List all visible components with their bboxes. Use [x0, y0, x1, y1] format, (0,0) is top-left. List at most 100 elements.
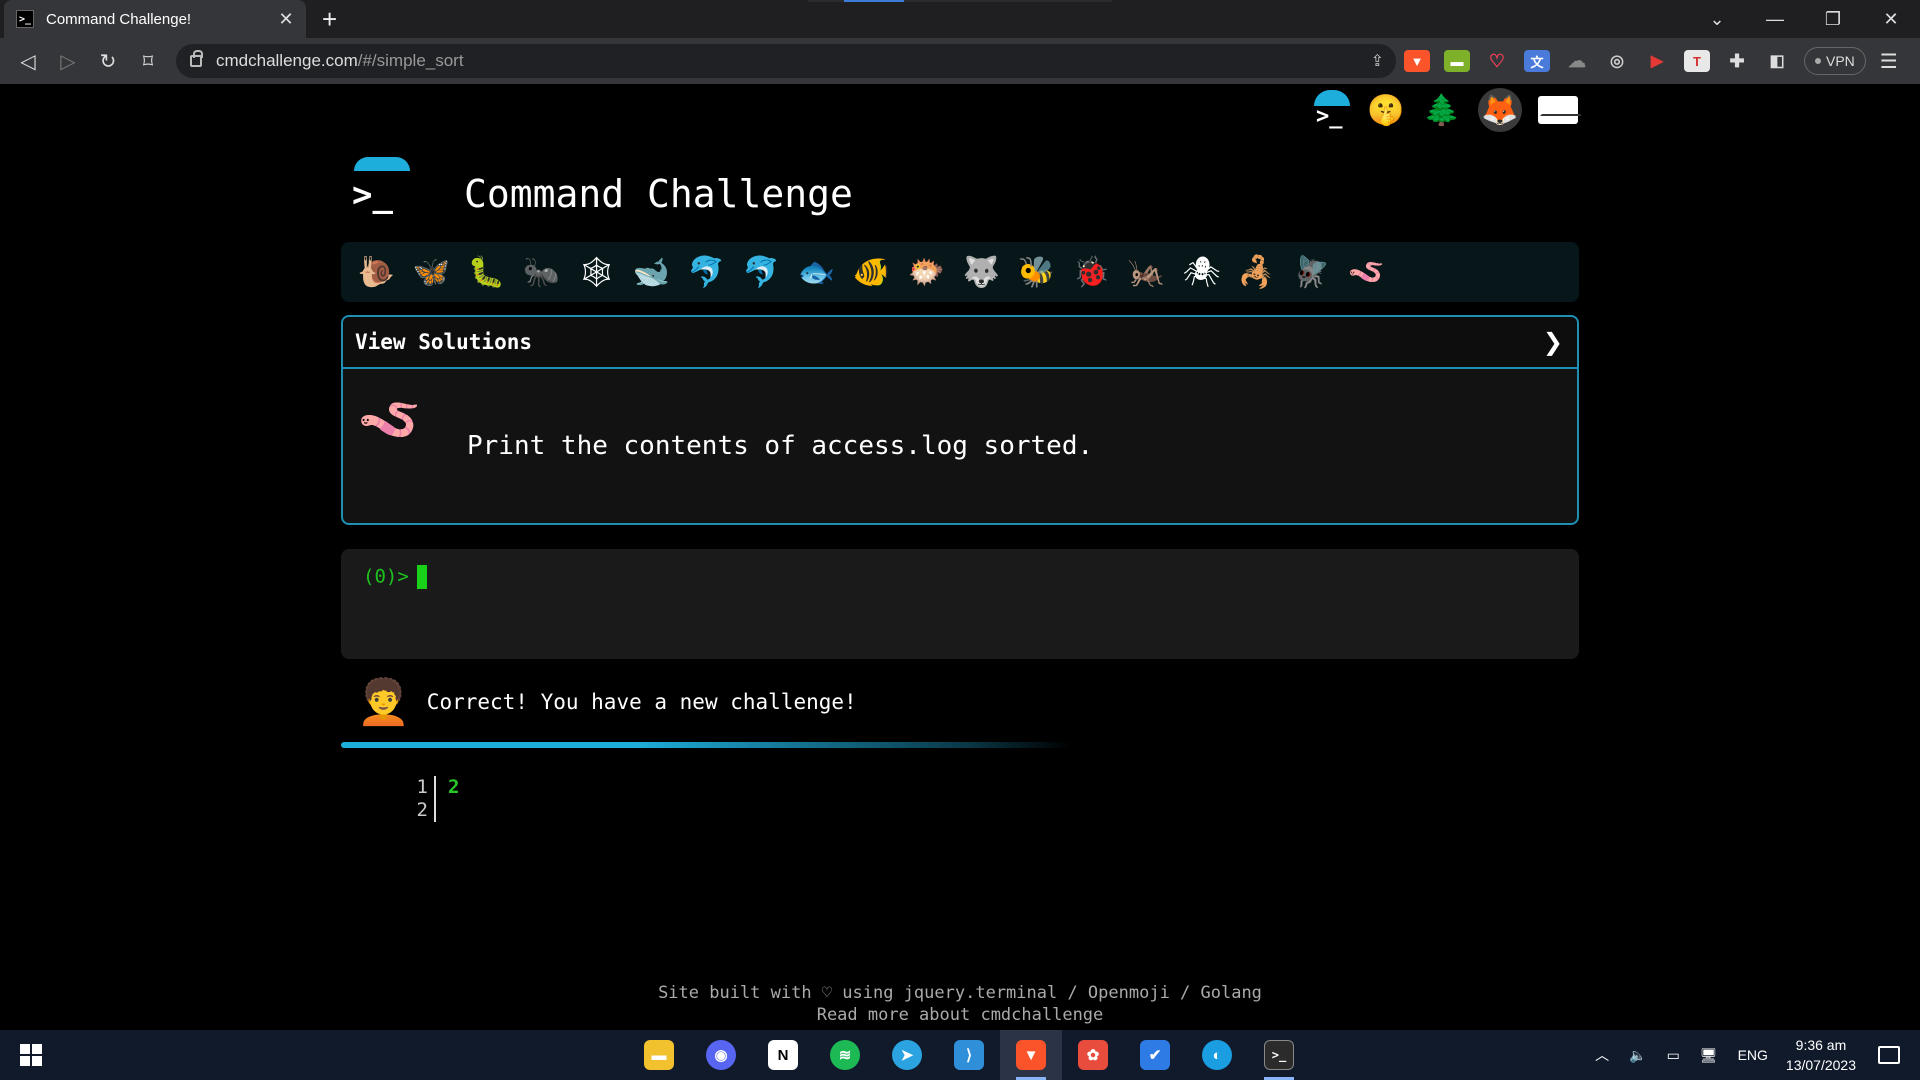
new-tab-button[interactable]: + [322, 4, 337, 35]
site-logo-icon: >_ [350, 157, 410, 221]
result-underline [341, 742, 1071, 748]
taskbar-spotify-icon[interactable]: ≋ [814, 1030, 876, 1080]
header-icons: >_ 🤫 🌲 🦊 [1310, 88, 1582, 132]
tree-icon[interactable]: 🌲 [1422, 90, 1462, 130]
menu-icon[interactable]: ☰ [1880, 49, 1898, 74]
tab-bar: >_ Command Challenge! ✕ + ⌄ — ❐ ✕ [0, 0, 1920, 38]
challenge-creature-icon[interactable]: 🕷 [1174, 250, 1229, 294]
challenge-creature-icon[interactable]: 🦂 [1229, 250, 1284, 294]
terminal-glyph: >_ [1264, 1040, 1294, 1070]
terminal-input[interactable]: (0)> [341, 549, 1579, 659]
tab-search-icon[interactable]: ⌄ [1688, 9, 1746, 30]
extensions-puzzle-icon[interactable]: ✚ [1724, 50, 1750, 72]
windows-start-icon[interactable] [20, 1044, 42, 1066]
window-controls: ⌄ — ❐ ✕ [1688, 0, 1920, 38]
vscode-glyph: ⟩ [954, 1040, 984, 1070]
restore-button[interactable]: ❐ [1804, 9, 1862, 30]
app-red-glyph: ✿ [1078, 1040, 1108, 1070]
challenge-creature-icon[interactable]: 🦗 [1119, 250, 1174, 294]
extension-t-icon[interactable]: T [1684, 50, 1710, 72]
clock[interactable]: 9:36 am 13/07/2023 [1786, 1035, 1856, 1075]
cloud-icon[interactable]: ☁ [1564, 50, 1590, 72]
challenge-creature-icon[interactable]: 🕸 [569, 250, 624, 294]
challenge-creature-icon[interactable]: 🐠 [844, 250, 899, 294]
worm-icon: 🪱 [357, 391, 422, 449]
cmdchallenge-logo-icon[interactable]: >_ [1310, 90, 1350, 130]
browser-toolbar: ◁ ▷ ↻ ⌑ cmdchallenge.com/#/simple_sort ⇪… [0, 38, 1920, 84]
reload-icon[interactable]: ↻ [88, 49, 128, 74]
footer: Site built with ♡ using jquery.terminal … [0, 982, 1920, 1026]
close-window-button[interactable]: ✕ [1862, 9, 1920, 30]
challenge-creature-icon[interactable]: 🐬 [679, 250, 734, 294]
challenge-creature-icon[interactable]: 🐋 [624, 250, 679, 294]
bookmark-icon[interactable]: ⌑ [128, 49, 168, 74]
notifications-icon[interactable] [1878, 1046, 1900, 1064]
footer-read-more-link[interactable]: Read more about cmdchallenge [0, 1004, 1920, 1026]
volume-icon[interactable]: 🔈 [1629, 1047, 1646, 1064]
taskbar-todo-icon[interactable]: ✔ [1124, 1030, 1186, 1080]
address-bar[interactable]: cmdchallenge.com/#/simple_sort ⇪ [176, 44, 1396, 78]
tab-strip-indicator [808, 0, 1112, 2]
sidebar-icon[interactable]: ◧ [1764, 50, 1790, 72]
result-banner: 🧑‍🦱 Correct! You have a new challenge! [356, 672, 857, 732]
system-tray: ︿ 🔈 ▭ 🖥 ENG 9:36 am 13/07/2023 [1585, 1030, 1920, 1080]
language-indicator[interactable]: ENG [1738, 1047, 1768, 1063]
challenge-card: View Solutions ❯ 🪱 Print the contents of… [341, 315, 1579, 525]
challenge-description: Print the contents of access.log sorted. [467, 431, 1094, 461]
translate-icon[interactable]: 文 [1524, 50, 1550, 72]
brave-shields-icon[interactable]: ▼ [1404, 50, 1430, 72]
minimize-button[interactable]: — [1746, 9, 1804, 30]
taskbar-file-explorer-icon[interactable]: ▬ [628, 1030, 690, 1080]
challenge-creature-icon[interactable]: 🐡 [899, 250, 954, 294]
challenge-creature-icon[interactable]: 🐬 [734, 250, 789, 294]
challenge-creature-icon[interactable]: 🦋 [404, 250, 459, 294]
url-text: cmdchallenge.com/#/simple_sort [216, 51, 464, 71]
challenge-creature-icon[interactable]: 🐛 [459, 250, 514, 294]
taskbar-notion-icon[interactable]: N [752, 1030, 814, 1080]
challenge-creature-icon[interactable]: 🐞 [1064, 250, 1119, 294]
close-tab-icon[interactable]: ✕ [276, 9, 296, 30]
taskbar-discord-icon[interactable]: ◉ [690, 1030, 752, 1080]
network-icon[interactable]: 🖥 [1700, 1047, 1718, 1064]
pocket-icon[interactable]: ♡ [1484, 50, 1510, 72]
view-solutions-label: View Solutions [355, 330, 533, 354]
challenge-creature-icon[interactable]: 🐝 [1009, 250, 1064, 294]
chevron-up-icon[interactable]: ︿ [1595, 1045, 1609, 1065]
taskbar-vscode-icon[interactable]: ⟩ [938, 1030, 1000, 1080]
challenge-creature-icon[interactable]: 🪰 [1284, 250, 1339, 294]
extension-owl-icon[interactable]: ◎ [1604, 50, 1630, 72]
chevron-right-icon[interactable]: ❯ [1543, 328, 1563, 356]
footer-credits: Site built with ♡ using jquery.terminal … [658, 983, 1262, 1003]
brave-glyph: ▼ [1016, 1040, 1046, 1070]
challenge-creatures-bar: 🐌 🦋 🐛 🐜 🕸 🐋 🐬 🐬 🐟 🐠 🐡 🐺 🐝 🐞 🦗 🕷 🦂 🪰 🪱 [341, 242, 1579, 302]
challenge-creature-icon[interactable]: 🐟 [789, 250, 844, 294]
taskbar-edge-icon[interactable]: ◐ [1186, 1030, 1248, 1080]
challenge-creature-icon[interactable]: 🪱 [1339, 250, 1394, 294]
person-icon: 🧑‍🦱 [356, 678, 411, 727]
todo-glyph: ✔ [1140, 1040, 1170, 1070]
gitlab-icon[interactable]: 🦊 [1478, 88, 1522, 132]
challenge-creature-icon[interactable]: 🐜 [514, 250, 569, 294]
challenge-creature-icon[interactable]: 🐺 [954, 250, 1009, 294]
extension-play-icon[interactable]: ▶ [1644, 50, 1670, 72]
back-icon[interactable]: ◁ [8, 49, 48, 74]
share-icon[interactable]: ⇪ [1371, 51, 1384, 71]
taskbar-brave-icon[interactable]: ▼ [1000, 1030, 1062, 1080]
url-host: cmdchallenge.com [216, 51, 358, 70]
battery-icon[interactable]: ▭ [1667, 1047, 1680, 1064]
shushing-face-icon[interactable]: 🤫 [1366, 90, 1406, 130]
terminal-cursor [416, 565, 427, 589]
challenge-creature-icon[interactable]: 🐌 [349, 250, 404, 294]
notion-glyph: N [768, 1040, 798, 1070]
tab-command-challenge[interactable]: >_ Command Challenge! ✕ [4, 0, 306, 38]
file-explorer-glyph: ▬ [644, 1040, 674, 1070]
mail-icon[interactable] [1538, 90, 1582, 130]
forward-icon[interactable]: ▷ [48, 49, 88, 74]
extension-green-icon[interactable]: ▬ [1444, 50, 1470, 72]
taskbar-terminal-icon[interactable]: >_ [1248, 1030, 1310, 1080]
clock-date: 13/07/2023 [1785, 1057, 1856, 1073]
taskbar-app-red-icon[interactable]: ✿ [1062, 1030, 1124, 1080]
taskbar-telegram-icon[interactable]: ➤ [876, 1030, 938, 1080]
vpn-button[interactable]: VPN [1804, 47, 1866, 75]
view-solutions-header[interactable]: View Solutions ❯ [343, 317, 1577, 369]
